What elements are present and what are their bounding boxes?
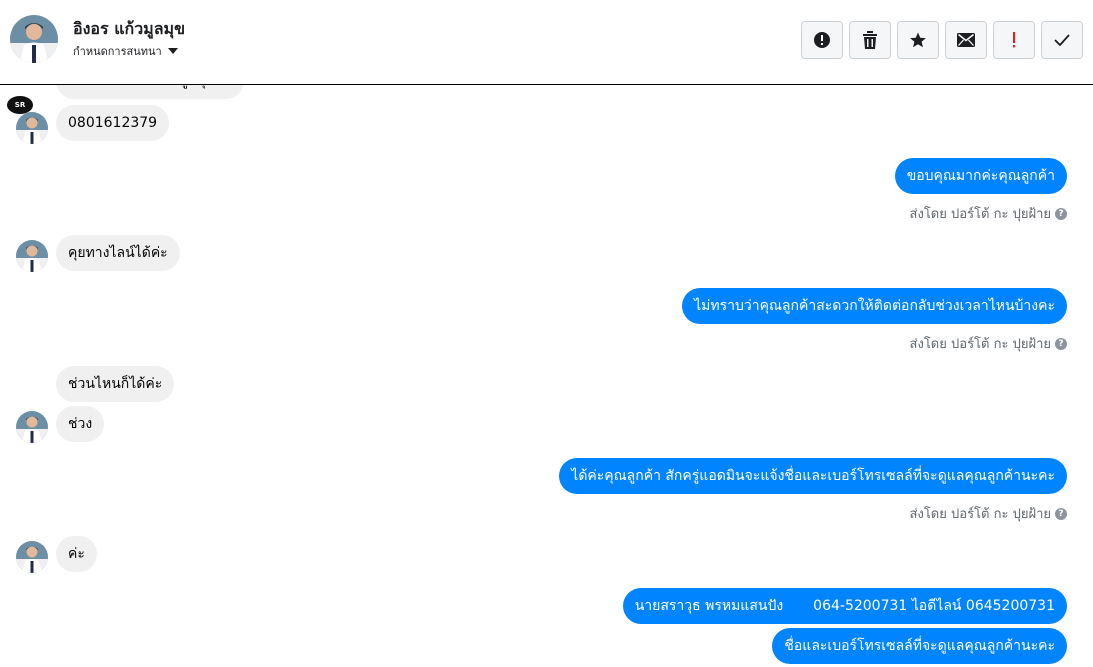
help-icon[interactable]: ? <box>1055 507 1067 520</box>
conversation-header: อิงอร แก้วมูลมุข กำหนดการสนทนา <box>0 0 1093 85</box>
sales-contact: 064-5200731 ไอดีไลน์ 0645200731 <box>813 598 1055 614</box>
sent-by-label: ส่งโดย ปอร์โต้ กะ ปุยฝ้าย ? <box>910 203 1067 224</box>
sent-by-text: ส่งโดย ปอร์โต้ กะ ปุยฝ้าย <box>909 507 1051 522</box>
incoming-message-bubble: คุยทางไลน์ได้ค่ะ <box>56 235 180 271</box>
help-icon[interactable]: ? <box>1055 207 1067 220</box>
header-actions <box>801 21 1083 59</box>
spam-button[interactable] <box>801 21 843 59</box>
outgoing-message-bubble: ขอบคุณมากค่ะคุณลูกค้า <box>894 158 1067 194</box>
outgoing-message-bubble: ได้ค่ะคุณลูกค้า สักครู่แอดมินจะแจ้งชื่อแ… <box>559 458 1067 494</box>
outgoing-message-bubble: ชื่อและเบอร์โทรเซลล์ที่จะดูแลคุณลูกค้านะ… <box>772 628 1067 664</box>
star-button[interactable] <box>897 21 939 59</box>
delete-button[interactable] <box>849 21 891 59</box>
incoming-message-bubble: 0801612379 <box>56 105 170 141</box>
outgoing-message-bubble: ไม่ทราบว่าคุณลูกค้าสะดวกให้ติดต่อกลับช่ว… <box>682 288 1067 324</box>
follow-up-button[interactable] <box>993 21 1035 59</box>
help-icon[interactable]: ? <box>1055 337 1067 350</box>
mark-unread-button[interactable] <box>945 21 987 59</box>
incoming-message-bubble: ค่ะ <box>56 536 97 572</box>
sent-by-text: ส่งโดย ปอร์โต้ กะ ปุยฝ้าย <box>909 207 1051 222</box>
sender-avatar <box>16 112 48 144</box>
sent-by-label: ส่งโดย ปอร์โต้ กะ ปุยฝ้าย ? <box>910 333 1067 354</box>
sent-by-text: ส่งโดย ปอร์โต้ กะ ปุยฝ้าย <box>909 337 1051 352</box>
contact-name: อิงอร แก้วมูลมุข <box>73 19 186 38</box>
mark-done-button[interactable] <box>1041 21 1083 59</box>
caret-down-icon <box>167 48 178 54</box>
trash-icon <box>863 31 877 49</box>
exclamation-circle-icon <box>814 32 830 48</box>
sales-name: นายสราวุธ พรหมแสนปัง <box>634 598 784 614</box>
envelope-icon <box>957 33 975 47</box>
sender-avatar <box>16 541 48 573</box>
read-receipt-sticker: SR <box>7 96 33 114</box>
incoming-message-bubble: ช่วนไหนก็ได้ค่ะ <box>56 366 175 402</box>
assign-conversation-label: กำหนดการสนทนา <box>73 45 162 58</box>
outgoing-message-bubble: นายสราวุธ พรหมแสนปัง 064-5200731 ไอดีไลน์… <box>622 588 1067 624</box>
red-exclamation-icon <box>1013 32 1016 48</box>
incoming-message-bubble: ช่วง <box>56 406 105 442</box>
sender-avatar <box>16 240 48 272</box>
checkmark-icon <box>1054 34 1070 46</box>
message-thread[interactable]: ไอดีไลน์อิงอร แก้วมูลมุขค่ะ SR 080161237… <box>0 85 1093 667</box>
contact-avatar[interactable] <box>10 15 58 63</box>
assign-conversation-dropdown[interactable]: กำหนดการสนทนา <box>73 42 178 60</box>
incoming-message-bubble: ไอดีไลน์อิงอร แก้วมูลมุขค่ะ <box>56 85 245 99</box>
star-icon <box>910 32 926 48</box>
sender-avatar <box>16 411 48 443</box>
sent-by-label: ส่งโดย ปอร์โต้ กะ ปุยฝ้าย ? <box>910 503 1067 524</box>
